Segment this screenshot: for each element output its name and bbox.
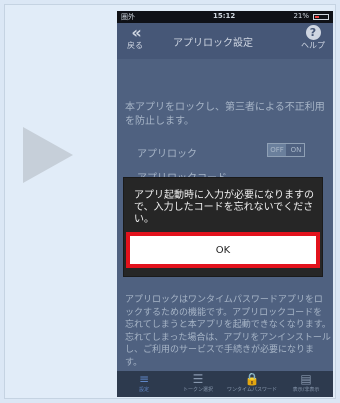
- help-button[interactable]: ? ヘルプ: [297, 25, 329, 52]
- document-icon: ▤: [300, 372, 312, 386]
- menu-icon: ≡: [138, 372, 150, 386]
- alert-dialog: アプリ起動時に入力が必要になりますので、入力したコードを忘れないでください。 O…: [123, 177, 323, 277]
- tab-label: 設定: [138, 387, 149, 393]
- applock-toggle[interactable]: OFF ON: [267, 143, 305, 157]
- tab-label: トークン選択: [182, 387, 213, 393]
- battery-percent: 21%: [293, 12, 309, 20]
- clock: 15:12: [213, 12, 236, 20]
- tab-token-select[interactable]: ☰ トークン選択: [171, 373, 225, 394]
- tab-settings[interactable]: ≡ 設定: [117, 373, 171, 394]
- back-button[interactable]: « 戻る: [121, 25, 149, 57]
- instruction-panel: 圏外 15:12 21% « 戻る アプリロック設定 ? ヘルプ 本アプリをロッ…: [4, 4, 336, 399]
- play-arrow-icon: [23, 127, 73, 183]
- battery-icon: [313, 14, 329, 20]
- intro-text: 本アプリをロックし、第三者による不正利用を防止します。: [125, 102, 325, 127]
- ok-highlight: OK: [126, 232, 320, 268]
- toggle-off: OFF: [268, 144, 286, 156]
- back-label: 戻る: [127, 41, 143, 50]
- help-label: ヘルプ: [301, 41, 325, 50]
- ok-button[interactable]: OK: [130, 236, 316, 264]
- tab-onetime-password[interactable]: 🔒 ワンタイムパスワード: [225, 373, 279, 394]
- phone-screen: 圏外 15:12 21% « 戻る アプリロック設定 ? ヘルプ 本アプリをロッ…: [117, 11, 333, 397]
- nav-bar: « 戻る アプリロック設定 ? ヘルプ: [117, 23, 333, 59]
- tab-bar: ≡ 設定 ☰ トークン選択 🔒 ワンタイムパスワード ▤ 表示/非表示: [117, 371, 333, 397]
- applock-label: アプリロック: [137, 149, 197, 160]
- list-icon: ☰: [192, 372, 204, 386]
- description-text: アプリロックはワンタイムパスワードアプリをロックするための機能です。アプリロック…: [125, 295, 331, 368]
- tab-label: ワンタイムパスワード: [227, 387, 277, 393]
- lock-icon: 🔒: [244, 372, 260, 386]
- dialog-message: アプリ起動時に入力が必要になりますので、入力したコードを忘れないでください。: [134, 190, 314, 225]
- carrier-status: 圏外: [121, 13, 135, 21]
- tab-label: 表示/非表示: [292, 387, 320, 393]
- back-icon: «: [131, 23, 141, 42]
- page-title: アプリロック設定: [173, 38, 253, 49]
- status-bar: 圏外 15:12 21%: [117, 11, 333, 23]
- help-icon: ?: [305, 25, 321, 40]
- toggle-on: ON: [290, 146, 302, 154]
- tab-display[interactable]: ▤ 表示/非表示: [279, 373, 333, 394]
